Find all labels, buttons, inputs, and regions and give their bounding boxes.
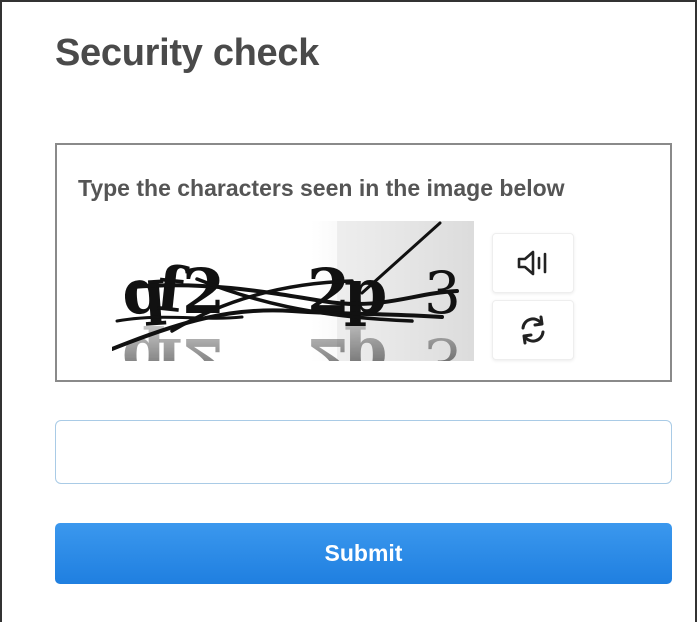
- captcha-image: q f 2 2 p 3 q f 2 2 p 3: [112, 221, 474, 361]
- audio-button[interactable]: [492, 233, 574, 293]
- captcha-instruction: Type the characters seen in the image be…: [78, 175, 565, 201]
- svg-text:p: p: [344, 324, 387, 361]
- captcha-box: Type the characters seen in the image be…: [55, 143, 672, 382]
- page-frame: Security check Type the characters seen …: [0, 0, 697, 622]
- refresh-icon: [521, 315, 545, 345]
- speaker-icon: [517, 250, 547, 276]
- captcha-answer-input[interactable]: [55, 420, 672, 484]
- refresh-button[interactable]: [492, 300, 574, 360]
- svg-text:3: 3: [424, 325, 461, 361]
- submit-button[interactable]: Submit: [55, 523, 672, 584]
- page-title: Security check: [55, 32, 320, 74]
- svg-text:2: 2: [182, 324, 225, 361]
